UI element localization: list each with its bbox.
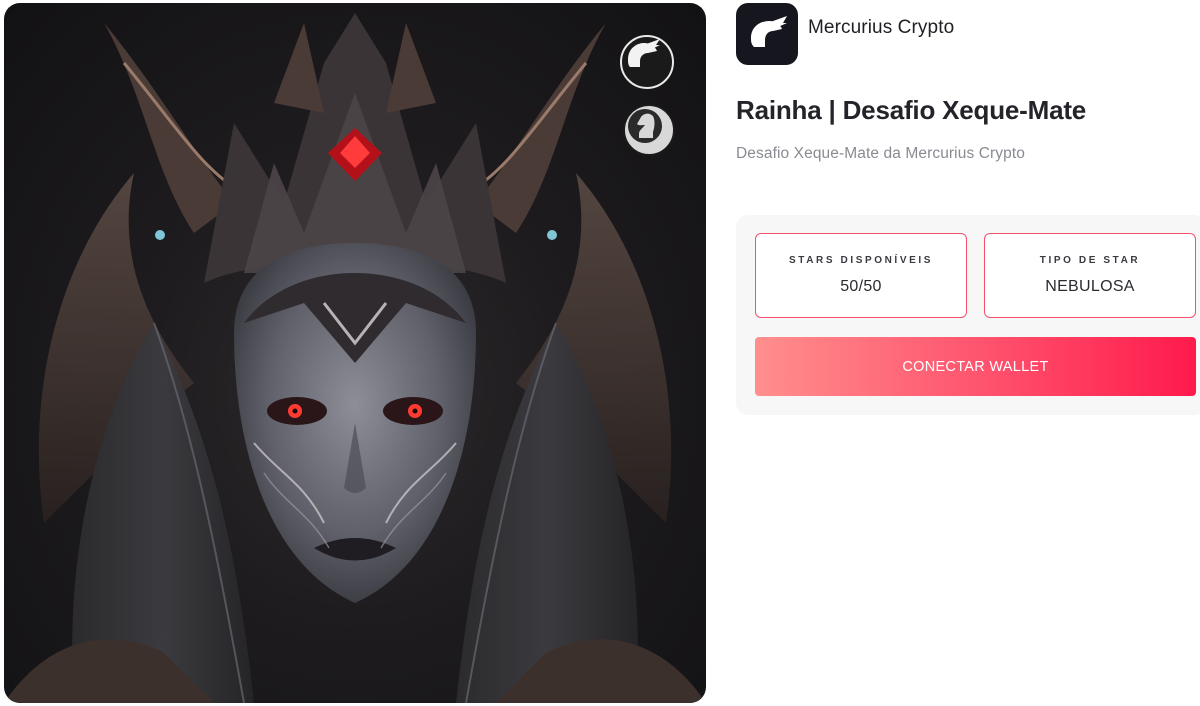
brand-logo[interactable] <box>736 3 798 65</box>
stat-label: TIPO DE STAR <box>1039 255 1141 266</box>
brand-name[interactable]: Mercurius Crypto <box>808 17 954 39</box>
page-subtitle: Desafio Xeque-Mate da Mercurius Crypto <box>736 145 1025 162</box>
connect-wallet-button[interactable]: CONECTAR WALLET <box>755 337 1196 396</box>
chess-knight-badge <box>623 104 675 156</box>
nft-artwork[interactable] <box>4 3 706 703</box>
star-type-box: TIPO DE STAR NEBULOSA <box>984 233 1196 318</box>
chess-knight-icon <box>628 109 662 143</box>
stars-available-box: STARS DISPONÍVEIS 50/50 <box>755 233 967 318</box>
queen-portrait-image <box>4 13 706 703</box>
winged-helmet-icon <box>628 39 660 67</box>
stat-value: 50/50 <box>840 278 882 295</box>
stat-label: STARS DISPONÍVEIS <box>788 255 934 266</box>
winged-helmet-icon <box>751 16 787 47</box>
stat-value: NEBULOSA <box>1045 278 1135 295</box>
page-title: Rainha | Desafio Xeque-Mate <box>736 95 1087 125</box>
winged-helmet-badge <box>620 35 674 89</box>
